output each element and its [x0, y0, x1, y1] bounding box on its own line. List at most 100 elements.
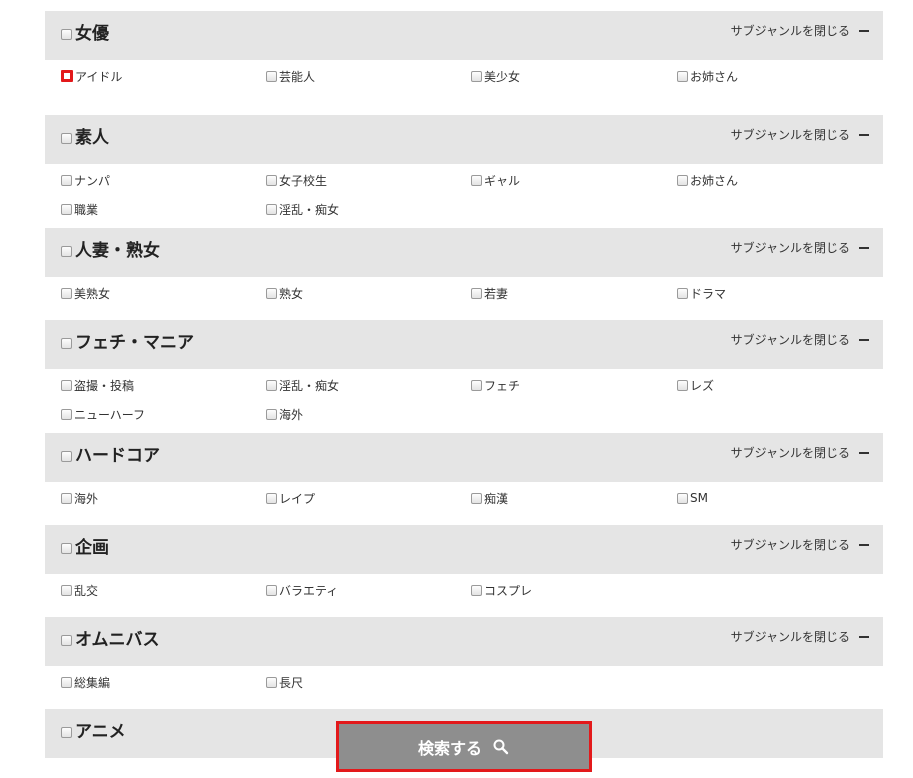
- checkbox-icon[interactable]: [677, 70, 688, 82]
- subgenre-label: 美少女: [484, 69, 521, 84]
- subgenre-label: フェチ: [484, 378, 521, 393]
- checkbox-icon[interactable]: [471, 492, 482, 504]
- checkbox-icon[interactable]: [61, 492, 72, 504]
- checkbox-icon[interactable]: [677, 492, 688, 504]
- subgenre-item[interactable]: ドラマ: [677, 285, 882, 301]
- category-checkbox-hardcore[interactable]: ハードコア: [61, 446, 160, 466]
- close-subgenre-button[interactable]: サブジャンルを閉じる: [731, 239, 869, 256]
- subgenre-item[interactable]: 海外: [266, 406, 471, 422]
- checkbox-icon[interactable]: [471, 287, 482, 299]
- close-subgenre-button[interactable]: サブジャンルを閉じる: [731, 22, 869, 39]
- checkbox-icon[interactable]: [61, 28, 72, 40]
- checkbox-icon[interactable]: [266, 70, 277, 82]
- subgenre-label: 海外: [74, 491, 99, 506]
- category-checkbox-omnibus[interactable]: オムニバス: [61, 630, 160, 650]
- subgenre-item[interactable]: 熟女: [266, 285, 471, 301]
- subgenre-list: 盗撮・投稿 淫乱・痴女 フェチ レズ ニューハーフ 海外: [45, 369, 883, 433]
- category-checkbox-hitozuma[interactable]: 人妻・熟女: [61, 241, 160, 261]
- checkbox-icon[interactable]: [61, 542, 72, 554]
- subgenre-item[interactable]: 総集編: [61, 674, 266, 690]
- checkbox-icon[interactable]: [61, 379, 72, 391]
- subgenre-item[interactable]: 長尺: [266, 674, 471, 690]
- close-subgenre-button[interactable]: サブジャンルを閉じる: [731, 536, 869, 553]
- minus-icon: [859, 543, 869, 546]
- close-subgenre-button[interactable]: サブジャンルを閉じる: [731, 126, 869, 143]
- subgenre-item[interactable]: 職業: [61, 201, 266, 217]
- checkbox-icon[interactable]: [266, 174, 277, 186]
- category-checkbox-kikaku[interactable]: 企画: [61, 538, 109, 558]
- subgenre-label: 美熟女: [74, 286, 111, 301]
- checkbox-icon[interactable]: [471, 379, 482, 391]
- checkbox-icon[interactable]: [266, 379, 277, 391]
- category-checkbox-anime[interactable]: アニメ: [61, 722, 126, 742]
- subgenre-item[interactable]: 痴漢: [471, 490, 677, 506]
- checkbox-icon[interactable]: [61, 174, 72, 186]
- subgenre-item[interactable]: ニューハーフ: [61, 406, 266, 422]
- checkbox-icon[interactable]: [471, 70, 482, 82]
- checkbox-icon[interactable]: [266, 676, 277, 688]
- subgenre-item[interactable]: 美少女: [471, 68, 677, 84]
- subgenre-item[interactable]: レズ: [677, 377, 882, 393]
- subgenre-label: ギャル: [484, 173, 521, 188]
- subgenre-item[interactable]: コスプレ: [471, 582, 677, 598]
- checkbox-icon[interactable]: [61, 245, 72, 257]
- subgenre-item[interactable]: ギャル: [471, 172, 677, 188]
- subgenre-item[interactable]: ナンパ: [61, 172, 266, 188]
- subgenre-item[interactable]: SM: [677, 490, 882, 506]
- subgenre-item[interactable]: フェチ: [471, 377, 677, 393]
- category-checkbox-joyu[interactable]: 女優: [61, 24, 109, 44]
- checkbox-icon[interactable]: [61, 676, 72, 688]
- checkbox-icon[interactable]: [677, 287, 688, 299]
- category-checkbox-shirouto[interactable]: 素人: [61, 128, 109, 148]
- checkbox-icon[interactable]: [61, 70, 73, 82]
- subgenre-list: 美熟女 熟女 若妻 ドラマ: [45, 277, 883, 320]
- checkbox-icon[interactable]: [266, 287, 277, 299]
- close-subgenre-button[interactable]: サブジャンルを閉じる: [731, 628, 869, 645]
- subgenre-item[interactable]: 盗撮・投稿: [61, 377, 266, 393]
- category-header-hardcore: ハードコア サブジャンルを閉じる: [45, 433, 883, 482]
- checkbox-icon[interactable]: [677, 174, 688, 186]
- checkbox-icon[interactable]: [61, 584, 72, 596]
- minus-icon: [859, 451, 869, 454]
- subgenre-item[interactable]: バラエティ: [266, 582, 471, 598]
- subgenre-item[interactable]: 美熟女: [61, 285, 266, 301]
- checkbox-icon[interactable]: [61, 203, 72, 215]
- subgenre-item[interactable]: 海外: [61, 490, 266, 506]
- subgenre-item[interactable]: お姉さん: [677, 68, 882, 84]
- checkbox-icon[interactable]: [677, 379, 688, 391]
- subgenre-list: ナンパ 女子校生 ギャル お姉さん 職業 淫乱・痴女: [45, 164, 883, 228]
- checkbox-icon[interactable]: [61, 337, 72, 349]
- checkbox-icon[interactable]: [61, 634, 72, 646]
- close-subgenre-button[interactable]: サブジャンルを閉じる: [731, 331, 869, 348]
- subgenre-item[interactable]: 淫乱・痴女: [266, 201, 471, 217]
- subgenre-item[interactable]: アイドル: [61, 68, 266, 84]
- subgenre-label: お姉さん: [690, 69, 739, 84]
- close-subgenre-label: サブジャンルを閉じる: [730, 333, 850, 347]
- category-title: ハードコア: [75, 446, 160, 466]
- checkbox-icon[interactable]: [471, 174, 482, 186]
- subgenre-item[interactable]: レイプ: [266, 490, 471, 506]
- subgenre-item[interactable]: 女子校生: [266, 172, 471, 188]
- checkbox-icon[interactable]: [266, 408, 277, 420]
- checkbox-icon[interactable]: [266, 492, 277, 504]
- close-subgenre-label: サブジャンルを閉じる: [730, 538, 850, 552]
- subgenre-item[interactable]: 芸能人: [266, 68, 471, 84]
- checkbox-icon[interactable]: [61, 726, 72, 738]
- checkbox-icon[interactable]: [266, 584, 277, 596]
- checkbox-icon[interactable]: [61, 287, 72, 299]
- checkbox-icon[interactable]: [61, 132, 72, 144]
- category-checkbox-fetish[interactable]: フェチ・マニア: [61, 333, 194, 353]
- subgenre-item[interactable]: 若妻: [471, 285, 677, 301]
- subgenre-label: 総集編: [74, 675, 111, 690]
- subgenre-item[interactable]: お姉さん: [677, 172, 882, 188]
- checkbox-icon[interactable]: [61, 450, 72, 462]
- subgenre-item[interactable]: 乱交: [61, 582, 266, 598]
- checkbox-icon[interactable]: [471, 584, 482, 596]
- close-subgenre-button[interactable]: サブジャンルを閉じる: [731, 444, 869, 461]
- checkbox-icon[interactable]: [61, 408, 72, 420]
- search-button[interactable]: 検索する: [336, 721, 592, 772]
- subgenre-item[interactable]: 淫乱・痴女: [266, 377, 471, 393]
- close-subgenre-label: サブジャンルを閉じる: [730, 630, 850, 644]
- checkbox-icon[interactable]: [266, 203, 277, 215]
- subgenre-label: 熟女: [279, 286, 304, 301]
